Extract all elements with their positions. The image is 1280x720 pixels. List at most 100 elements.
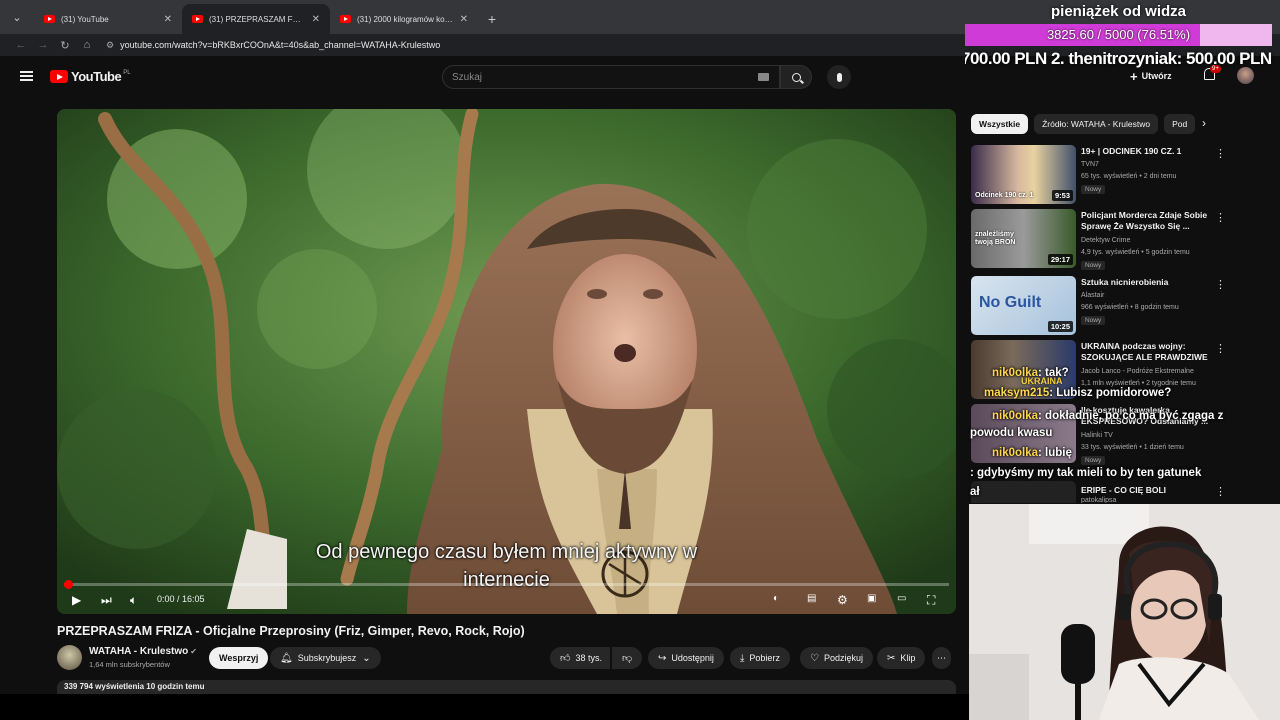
screen: ⌄ (31) YouTube ✕ (31) PRZEPRASZAM FRIZA … [0, 0, 1280, 720]
youtube-play-logo-icon [50, 70, 68, 83]
more-vertical-icon[interactable]: ⋮ [1215, 278, 1226, 291]
donation-goal-bar: 3825.60 / 5000 (76.51%) [965, 24, 1272, 46]
tab-search-chevron-icon[interactable]: ⌄ [0, 0, 34, 34]
chat-nick: nik0olka [992, 447, 1039, 459]
settings-gear-icon[interactable]: ⚙ [837, 593, 848, 607]
like-button[interactable]: 👍︎ 38 tys. [550, 647, 610, 669]
youtube-logo[interactable]: YouTube PL [50, 69, 131, 84]
subscriber-count: 1,64 mln subskrybentów [89, 660, 170, 669]
filter-chips: Wszystkie Źródło: WATAHA - Krulestwo Pod [971, 114, 1211, 134]
back-arrow-icon[interactable]: ← [10, 39, 32, 51]
close-tab-icon[interactable]: ✕ [460, 14, 468, 25]
url-field[interactable]: ⚙ youtube.com/watch?v=bRKBxrCOOnA&t=40s&… [106, 40, 440, 51]
new-tab-plus-icon[interactable]: + [478, 4, 506, 34]
recommendation-thumbnail[interactable]: No Guilt 10:25 [971, 276, 1076, 335]
donation-goal-text: 3825.60 / 5000 (76.51%) [1046, 27, 1191, 42]
subtitle-line-1: Od pewnego czasu byłem mniej aktywny w [315, 541, 698, 563]
microphone-icon [836, 72, 842, 82]
thanks-button[interactable]: ♡ Podziękuj [800, 647, 873, 669]
keyboard-icon[interactable] [758, 73, 769, 81]
more-vertical-icon[interactable]: ⋮ [1215, 342, 1226, 355]
chat-message: nik0olka: lubię [992, 447, 1072, 459]
share-arrow-icon: ↪ [658, 652, 667, 664]
chip-all[interactable]: Wszystkie [971, 114, 1029, 134]
site-info-icon[interactable]: ⚙ [106, 40, 114, 51]
autoplay-toggle-icon[interactable]: ◐ [773, 593, 779, 604]
more-horizontal-icon: ⋯ [937, 652, 946, 663]
download-icon: ⤓ [740, 652, 745, 664]
chip-source-channel[interactable]: Źródło: WATAHA - Krulestwo [1034, 114, 1159, 134]
chat-nick: nik0olka [992, 367, 1039, 379]
chat-message: : gdybyśmy my tak mieli to by ten gatune… [970, 467, 1202, 479]
download-button[interactable]: ⤓ Pobierz [730, 647, 790, 669]
dislike-button[interactable]: 👎︎ [612, 647, 643, 669]
donation-ticker: 700.00 PLN 2. thenitrozyniak: 500.00 PLN [965, 49, 1272, 68]
more-vertical-icon[interactable]: ⋮ [1215, 211, 1226, 224]
chat-message: nik0olka: tak? [992, 367, 1069, 379]
youtube-favicon-icon [44, 15, 55, 23]
home-icon[interactable]: ⌂ [76, 39, 98, 51]
reload-icon[interactable]: ↻ [54, 39, 76, 52]
verified-check-icon: ✔ [190, 647, 197, 656]
chat-nick: maksym215 [984, 387, 1050, 399]
streamer-webcam [969, 504, 1280, 720]
menu-hamburger-icon[interactable] [20, 71, 33, 81]
chat-nick: nik0olka [992, 410, 1039, 422]
more-vertical-icon[interactable]: ⋮ [1215, 147, 1226, 160]
time-display: 0:00 / 16:05 [157, 594, 205, 604]
browser-tab-przepraszam[interactable]: (31) PRZEPRASZAM FRIZA - Oficjalne Przep… [182, 4, 330, 34]
join-button[interactable]: Wesprzyj [209, 647, 269, 669]
recommendation-item[interactable]: No Guilt 10:25 Sztuka nicnierobienia Ala… [971, 276, 1271, 336]
search-icon [791, 72, 801, 82]
search-button[interactable] [780, 65, 812, 89]
video-title: PRZEPRASZAM FRIZA - Oficjalne Przeprosin… [57, 624, 525, 638]
player-controls: ▶ ⏭ 🔈︎ 0:00 / 16:05 ◐ ▤ ⚙ ▣ ▭ ⛶ [57, 587, 956, 614]
browser-tab-youtube[interactable]: (31) YouTube ✕ [34, 4, 182, 34]
webcam-frame [969, 504, 1280, 720]
play-icon[interactable]: ▶ [72, 593, 81, 607]
scissors-icon: ✂ [887, 652, 896, 664]
browser-tab-kokaina[interactable]: (31) 2000 kilogramów kokainy ✕ [330, 4, 478, 34]
close-tab-icon[interactable]: ✕ [312, 14, 320, 25]
video-frame [57, 109, 956, 614]
chip-related[interactable]: Pod [1164, 114, 1196, 134]
bell-icon: 🔔︎ [280, 652, 293, 664]
theater-mode-icon[interactable]: ▭ [897, 593, 906, 604]
recommendation-item[interactable]: ERIPE - CO CIĘ BOLI patokalipsa ⋮ [971, 481, 1271, 503]
donation-goal-title: pieniążek od widza [1050, 3, 1187, 20]
thumbs-up-icon: 👍︎ [560, 653, 571, 664]
chevron-right-icon[interactable]: › [1202, 116, 1206, 130]
fullscreen-icon[interactable]: ⛶ [927, 593, 935, 608]
search-input[interactable]: Szukaj [442, 65, 780, 89]
chat-message: nik0olka: dokładnie, po co ma być zgaga … [970, 410, 1224, 439]
youtube-favicon-icon [192, 15, 203, 23]
subscribed-button[interactable]: 🔔︎ Subskrybujesz ⌄ [270, 647, 381, 669]
forward-arrow-icon[interactable]: → [32, 39, 54, 51]
share-button[interactable]: ↪ Udostępnij [648, 647, 724, 669]
miniplayer-icon[interactable]: ▣ [867, 593, 876, 604]
recommendation-item[interactable]: znaleźliśmy twoją BROŃ 29:17 Policjant M… [971, 209, 1271, 270]
youtube-favicon-icon [340, 15, 351, 23]
recommendation-thumbnail[interactable]: Odcinek 190 cz. 1 9:53 [971, 145, 1076, 204]
description-box[interactable]: 339 794 wyświetlenia 10 godzin temu [57, 680, 956, 694]
progress-bar[interactable] [63, 580, 949, 589]
next-video-icon[interactable]: ⏭ [101, 593, 112, 608]
chat-message: maksym215: Lubisz pomidorowe? [984, 387, 1172, 399]
clip-button[interactable]: ✂ Klip [877, 647, 926, 669]
recommendation-thumbnail[interactable] [971, 481, 1076, 503]
subtitles-icon[interactable]: ▤ [807, 593, 816, 604]
close-tab-icon[interactable]: ✕ [164, 14, 172, 25]
heart-dollar-icon: ♡ [810, 652, 819, 664]
video-player[interactable]: Od pewnego czasu byłem mniej aktywny w i… [57, 109, 956, 614]
channel-name[interactable]: WATAHA - Krulestwo ✔ [89, 646, 197, 657]
recommendation-item[interactable]: Odcinek 190 cz. 1 9:53 19+ | ODCINEK 190… [971, 145, 1271, 205]
thumbs-down-icon: 👎︎ [622, 653, 633, 664]
more-vertical-icon[interactable]: ⋮ [1215, 485, 1226, 498]
chevron-down-icon: ⌄ [362, 652, 371, 664]
more-actions-button[interactable]: ⋯ [932, 647, 951, 669]
volume-icon[interactable]: 🔈︎ [130, 593, 137, 608]
chat-message: ał [970, 486, 980, 498]
recommendation-thumbnail[interactable]: znaleźliśmy twoją BROŃ 29:17 [971, 209, 1076, 268]
voice-search-button[interactable] [827, 65, 851, 89]
channel-avatar[interactable] [57, 645, 82, 670]
